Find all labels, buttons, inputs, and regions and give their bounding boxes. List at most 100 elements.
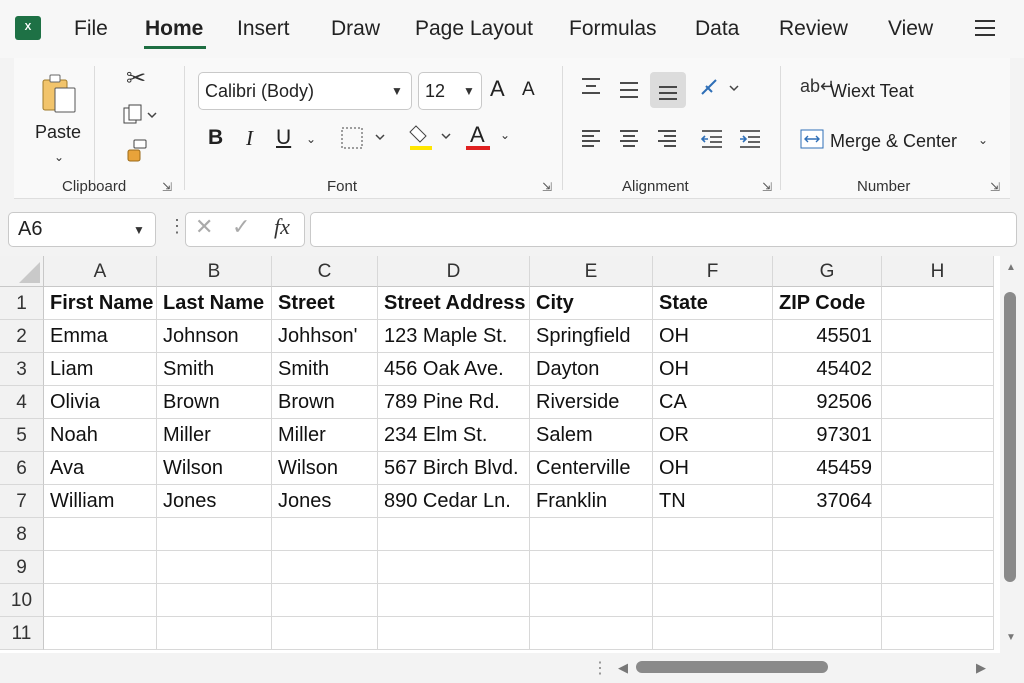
cell-d1[interactable]: Street Address <box>378 287 530 320</box>
cell-c9[interactable] <box>272 551 378 584</box>
row-header-9[interactable]: 9 <box>0 551 44 584</box>
column-header-c[interactable]: C <box>272 256 378 287</box>
name-box-chevron-icon[interactable]: ▼ <box>133 223 145 237</box>
column-header-g[interactable]: G <box>773 256 882 287</box>
cell-f5[interactable]: OR <box>653 419 773 452</box>
scroll-up-icon[interactable]: ▲ <box>1006 262 1016 273</box>
align-middle-icon[interactable] <box>618 80 640 107</box>
cell-e8[interactable] <box>530 518 653 551</box>
cell-d11[interactable] <box>378 617 530 650</box>
cell-e9[interactable] <box>530 551 653 584</box>
cell-e6[interactable]: Centerville <box>530 452 653 485</box>
splitter-handle-icon[interactable]: ⋮ <box>592 658 608 678</box>
cell-b7[interactable]: Jones <box>157 485 272 518</box>
cell-b5[interactable]: Miller <box>157 419 272 452</box>
alignment-launcher-icon[interactable]: ⇲ <box>762 180 772 194</box>
cell-b8[interactable] <box>157 518 272 551</box>
cell-g9[interactable] <box>773 551 882 584</box>
column-header-a[interactable]: A <box>44 256 157 287</box>
cell-b11[interactable] <box>157 617 272 650</box>
italic-button[interactable]: I <box>246 126 253 151</box>
cell-e4[interactable]: Riverside <box>530 386 653 419</box>
menu-tab-view[interactable]: View <box>888 17 933 41</box>
cell-h1[interactable] <box>882 287 994 320</box>
cell-e7[interactable]: Franklin <box>530 485 653 518</box>
clipboard-launcher-icon[interactable]: ⇲ <box>162 180 172 194</box>
cell-d4[interactable]: 789 Pine Rd. <box>378 386 530 419</box>
cell-a4[interactable]: Olivia <box>44 386 157 419</box>
bold-button[interactable]: B <box>208 126 223 150</box>
row-header-7[interactable]: 7 <box>0 485 44 518</box>
cell-a2[interactable]: Emma <box>44 320 157 353</box>
align-left-icon[interactable] <box>580 128 602 155</box>
font-size-dropdown[interactable]: 12 ▼ <box>418 72 482 110</box>
cell-c1[interactable]: Street <box>272 287 378 320</box>
cell-c10[interactable] <box>272 584 378 617</box>
cell-c6[interactable]: Wilson <box>272 452 378 485</box>
cell-a6[interactable]: Ava <box>44 452 157 485</box>
underline-button[interactable]: U <box>276 126 291 150</box>
row-header-10[interactable]: 10 <box>0 584 44 617</box>
cell-d9[interactable] <box>378 551 530 584</box>
cell-b2[interactable]: Johnson <box>157 320 272 353</box>
cell-g7[interactable]: 37064 <box>773 485 882 518</box>
row-header-2[interactable]: 2 <box>0 320 44 353</box>
column-header-e[interactable]: E <box>530 256 653 287</box>
number-launcher-icon[interactable]: ⇲ <box>990 180 1000 194</box>
cell-f7[interactable]: TN <box>653 485 773 518</box>
merge-center-button[interactable]: Merge & Center ⌄ <box>798 124 994 156</box>
cell-c8[interactable] <box>272 518 378 551</box>
menu-tab-file[interactable]: File <box>74 17 108 41</box>
cell-h11[interactable] <box>882 617 994 650</box>
insert-function-button[interactable]: fx <box>274 214 290 240</box>
select-all-corner[interactable] <box>0 256 44 287</box>
menu-tab-review[interactable]: Review <box>779 17 848 41</box>
cell-b3[interactable]: Smith <box>157 353 272 386</box>
formula-input[interactable] <box>310 212 1017 247</box>
row-header-3[interactable]: 3 <box>0 353 44 386</box>
cell-g1[interactable]: ZIP Code <box>773 287 882 320</box>
row-header-6[interactable]: 6 <box>0 452 44 485</box>
cell-c7[interactable]: Jones <box>272 485 378 518</box>
cell-e2[interactable]: Springfield <box>530 320 653 353</box>
cell-g10[interactable] <box>773 584 882 617</box>
font-launcher-icon[interactable]: ⇲ <box>542 180 552 194</box>
scroll-down-icon[interactable]: ▼ <box>1006 632 1016 643</box>
cell-h6[interactable] <box>882 452 994 485</box>
cell-a9[interactable] <box>44 551 157 584</box>
align-bottom-button[interactable] <box>650 72 686 108</box>
column-header-h[interactable]: H <box>882 256 994 287</box>
cell-b9[interactable] <box>157 551 272 584</box>
cell-g6[interactable]: 45459 <box>773 452 882 485</box>
cut-icon[interactable]: ✂ <box>126 64 146 93</box>
cell-h3[interactable] <box>882 353 994 386</box>
cell-f3[interactable]: OH <box>653 353 773 386</box>
row-header-4[interactable]: 4 <box>0 386 44 419</box>
cell-g4[interactable]: 92506 <box>773 386 882 419</box>
cell-d3[interactable]: 456 Oak Ave. <box>378 353 530 386</box>
cell-d8[interactable] <box>378 518 530 551</box>
cell-a8[interactable] <box>44 518 157 551</box>
align-right-icon[interactable] <box>656 128 678 155</box>
column-header-d[interactable]: D <box>378 256 530 287</box>
format-painter-icon[interactable] <box>124 138 150 169</box>
align-top-icon[interactable] <box>580 76 602 103</box>
menu-tab-formulas[interactable]: Formulas <box>569 17 657 41</box>
cell-g3[interactable]: 45402 <box>773 353 882 386</box>
cell-b1[interactable]: Last Name <box>157 287 272 320</box>
cell-f6[interactable]: OH <box>653 452 773 485</box>
cell-f1[interactable]: State <box>653 287 773 320</box>
cell-e10[interactable] <box>530 584 653 617</box>
scroll-right-icon[interactable]: ▶ <box>976 660 986 676</box>
row-header-8[interactable]: 8 <box>0 518 44 551</box>
menu-tab-page-layout[interactable]: Page Layout <box>415 17 533 41</box>
cell-b6[interactable]: Wilson <box>157 452 272 485</box>
font-name-dropdown[interactable]: Calibri (Body) ▼ <box>198 72 412 110</box>
more-menu-icon[interactable] <box>975 20 995 36</box>
font-color-button[interactable]: A ⌄ <box>466 122 516 154</box>
cell-a7[interactable]: William <box>44 485 157 518</box>
paste-button[interactable]: Paste ⌄ <box>32 72 86 168</box>
cell-a1[interactable]: First Name <box>44 287 157 320</box>
orientation-icon[interactable] <box>698 76 744 105</box>
cell-h10[interactable] <box>882 584 994 617</box>
